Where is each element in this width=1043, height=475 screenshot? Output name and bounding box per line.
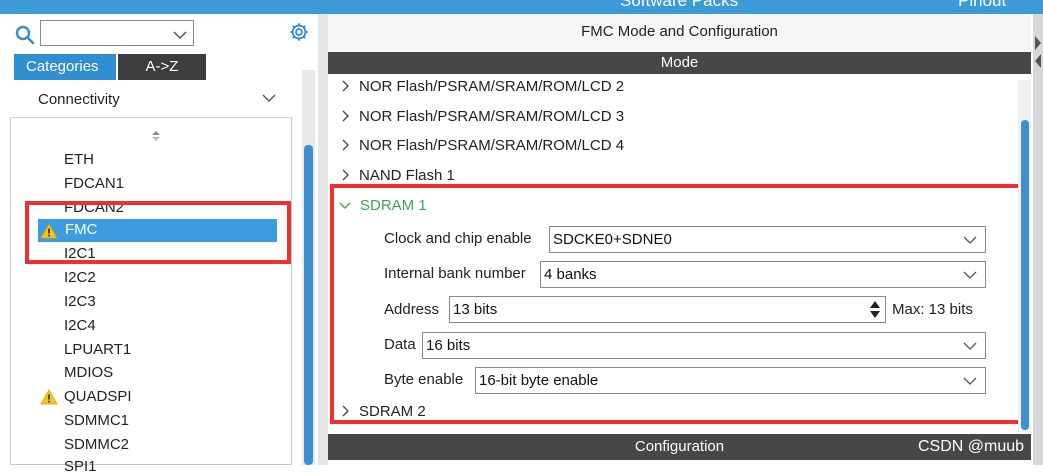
list-item[interactable]: MDIOS <box>64 364 113 381</box>
list-item[interactable]: ETH <box>64 151 94 168</box>
mode-header: Mode <box>328 52 1031 74</box>
mode-item-nor-lcd4[interactable]: NOR Flash/PSRAM/SRAM/ROM/LCD 4 <box>359 137 624 154</box>
tab-categories[interactable]: Categories <box>14 54 116 80</box>
list-item[interactable]: I2C3 <box>64 293 96 310</box>
chevron-down-icon[interactable] <box>262 92 276 104</box>
chevron-right-icon[interactable] <box>340 169 350 181</box>
top-toolbar: Software Packs Pinout <box>0 0 1043 14</box>
category-group-label: Connectivity <box>38 91 120 108</box>
chevron-right-icon[interactable] <box>340 139 350 151</box>
chevron-right-icon[interactable] <box>340 110 350 122</box>
pinout-menu[interactable]: Pinout <box>958 0 1006 11</box>
sidebar-scrollbar-thumb[interactable] <box>304 145 313 465</box>
search-input[interactable] <box>40 20 194 46</box>
chevron-right-icon[interactable] <box>340 80 350 92</box>
search-field[interactable] <box>44 21 164 43</box>
list-item[interactable]: SDMMC1 <box>64 412 129 429</box>
list-item[interactable]: SPI1 <box>64 458 97 475</box>
panel-splitter[interactable] <box>318 14 328 465</box>
list-item[interactable]: I2C2 <box>64 269 96 286</box>
list-item-quadspi[interactable]: QUADSPI <box>64 388 132 405</box>
page-title: FMC Mode and Configuration <box>328 14 1031 50</box>
gear-icon[interactable] <box>288 21 310 43</box>
watermark: CSDN @muub <box>918 438 1025 455</box>
sdram1-highlight-box <box>330 184 1030 424</box>
mode-item-nand-flash1[interactable]: NAND Flash 1 <box>359 167 455 184</box>
fmc-highlight-box <box>25 201 291 264</box>
mode-item-nor-lcd3[interactable]: NOR Flash/PSRAM/SRAM/ROM/LCD 3 <box>359 108 624 125</box>
tab-a-z[interactable]: A->Z <box>118 54 206 80</box>
search-icon[interactable] <box>14 24 36 46</box>
sort-icon[interactable] <box>150 128 162 144</box>
warning-icon <box>40 389 58 405</box>
list-item[interactable]: FDCAN1 <box>64 175 124 192</box>
mode-item-nor-lcd2[interactable]: NOR Flash/PSRAM/SRAM/ROM/LCD 2 <box>359 78 624 95</box>
list-item[interactable]: LPUART1 <box>64 341 131 358</box>
right-collapse-handle[interactable] <box>1033 14 1043 465</box>
mode-scrollbar-thumb[interactable] <box>1021 120 1029 430</box>
list-item[interactable]: I2C4 <box>64 317 96 334</box>
list-item[interactable]: SDMMC2 <box>64 436 129 453</box>
collapse-arrows-icon[interactable] <box>1034 34 1042 70</box>
software-packs-menu[interactable]: Software Packs <box>620 0 738 11</box>
chevron-down-icon[interactable] <box>172 28 188 42</box>
